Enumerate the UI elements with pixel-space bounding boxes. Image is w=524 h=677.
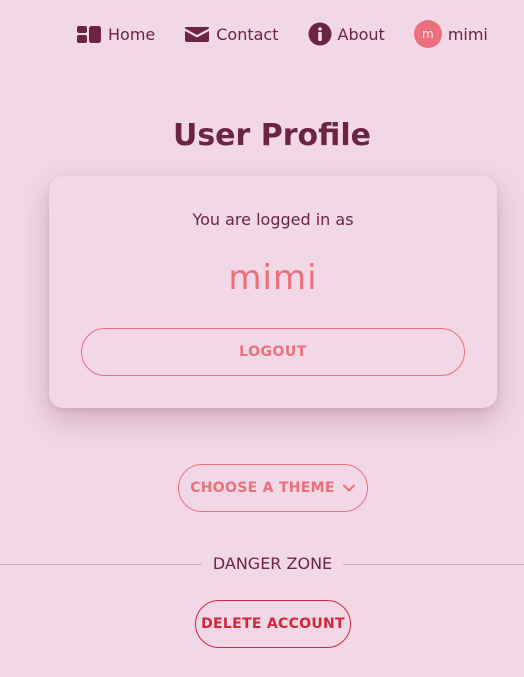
nav-contact-link[interactable]: Contact <box>184 20 279 48</box>
envelope-icon <box>185 27 210 42</box>
nav-username-label: mimi <box>447 24 488 44</box>
nav-about-link[interactable]: About <box>308 20 385 48</box>
logged-in-label: You are logged in as <box>192 210 354 229</box>
profile-page: Home Contact About m mimi User Profile Y… <box>0 0 524 677</box>
chevron-down-icon <box>342 484 355 492</box>
nav-user-link[interactable]: m mimi <box>413 20 488 48</box>
danger-zone-label: DANGER ZONE <box>212 554 333 573</box>
nav-about-label: About <box>337 24 385 44</box>
divider-line <box>0 564 202 565</box>
choose-theme-label: CHOOSE A THEME <box>190 480 335 496</box>
profile-username: mimi <box>228 258 318 298</box>
divider-line <box>343 564 524 565</box>
profile-card: You are logged in as mimi LOGOUT <box>49 176 497 408</box>
nav-contact-label: Contact <box>216 24 279 44</box>
danger-zone-divider: DANGER ZONE <box>0 552 524 576</box>
top-nav: Home Contact About m mimi <box>76 20 488 48</box>
info-icon <box>308 22 331 46</box>
nav-home-link[interactable]: Home <box>76 20 155 48</box>
avatar: m <box>413 20 442 48</box>
page-title: User Profile <box>172 118 372 153</box>
choose-theme-button[interactable]: CHOOSE A THEME <box>178 464 368 512</box>
delete-account-button[interactable]: DELETE ACCOUNT <box>195 600 351 648</box>
logout-button[interactable]: LOGOUT <box>81 328 465 376</box>
home-icon <box>77 26 101 43</box>
nav-home-label: Home <box>108 24 156 44</box>
